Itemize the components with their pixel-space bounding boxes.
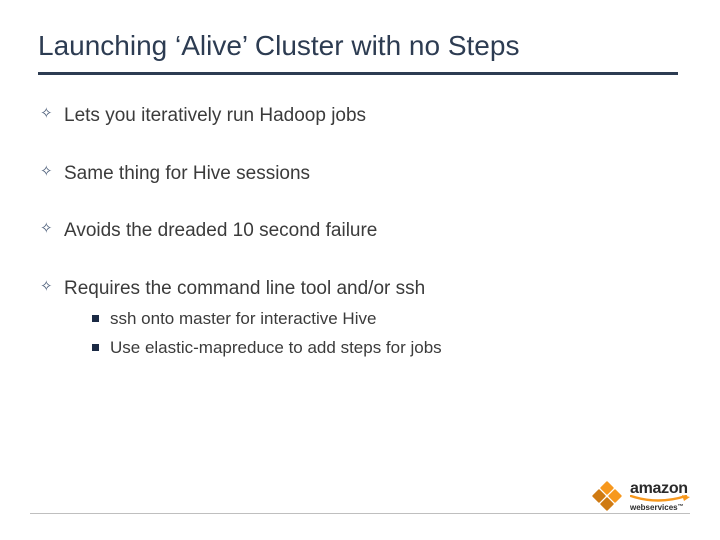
list-item: Same thing for Hive sessions: [40, 161, 678, 187]
sub-list-item-text: ssh onto master for interactive Hive: [110, 309, 376, 328]
title-underline: [38, 72, 678, 75]
sub-list-item-text: Use elastic-mapreduce to add steps for j…: [110, 338, 442, 357]
list-item-text: Lets you iteratively run Hadoop jobs: [64, 105, 366, 126]
list-item: Requires the command line tool and/or ss…: [40, 276, 678, 360]
slide: Launching ‘Alive’ Cluster with no Steps …: [0, 0, 720, 540]
aws-logo-subtext: webservices: [630, 503, 678, 512]
sub-list-item: ssh onto master for interactive Hive: [90, 308, 678, 331]
aws-cubes-icon: [590, 483, 624, 511]
footer-divider: [30, 513, 690, 514]
list-item: Avoids the dreaded 10 second failure: [40, 218, 678, 244]
aws-logo-tm: ™: [678, 504, 684, 510]
aws-logo: amazon webservices™: [590, 481, 692, 512]
list-item-text: Avoids the dreaded 10 second failure: [64, 220, 377, 241]
aws-logo-subbrand: webservices™: [630, 504, 692, 512]
sub-list: ssh onto master for interactive Hive Use…: [64, 302, 678, 360]
aws-smile-icon: [630, 495, 692, 503]
page-title: Launching ‘Alive’ Cluster with no Steps: [38, 30, 690, 62]
aws-logo-text: amazon webservices™: [630, 481, 692, 512]
list-item-text: Requires the command line tool and/or ss…: [64, 278, 425, 299]
list-item: Lets you iteratively run Hadoop jobs: [40, 103, 678, 129]
bullet-list: Lets you iteratively run Hadoop jobs Sam…: [38, 103, 690, 359]
list-item-text: Same thing for Hive sessions: [64, 163, 310, 184]
sub-list-item: Use elastic-mapreduce to add steps for j…: [90, 337, 678, 360]
